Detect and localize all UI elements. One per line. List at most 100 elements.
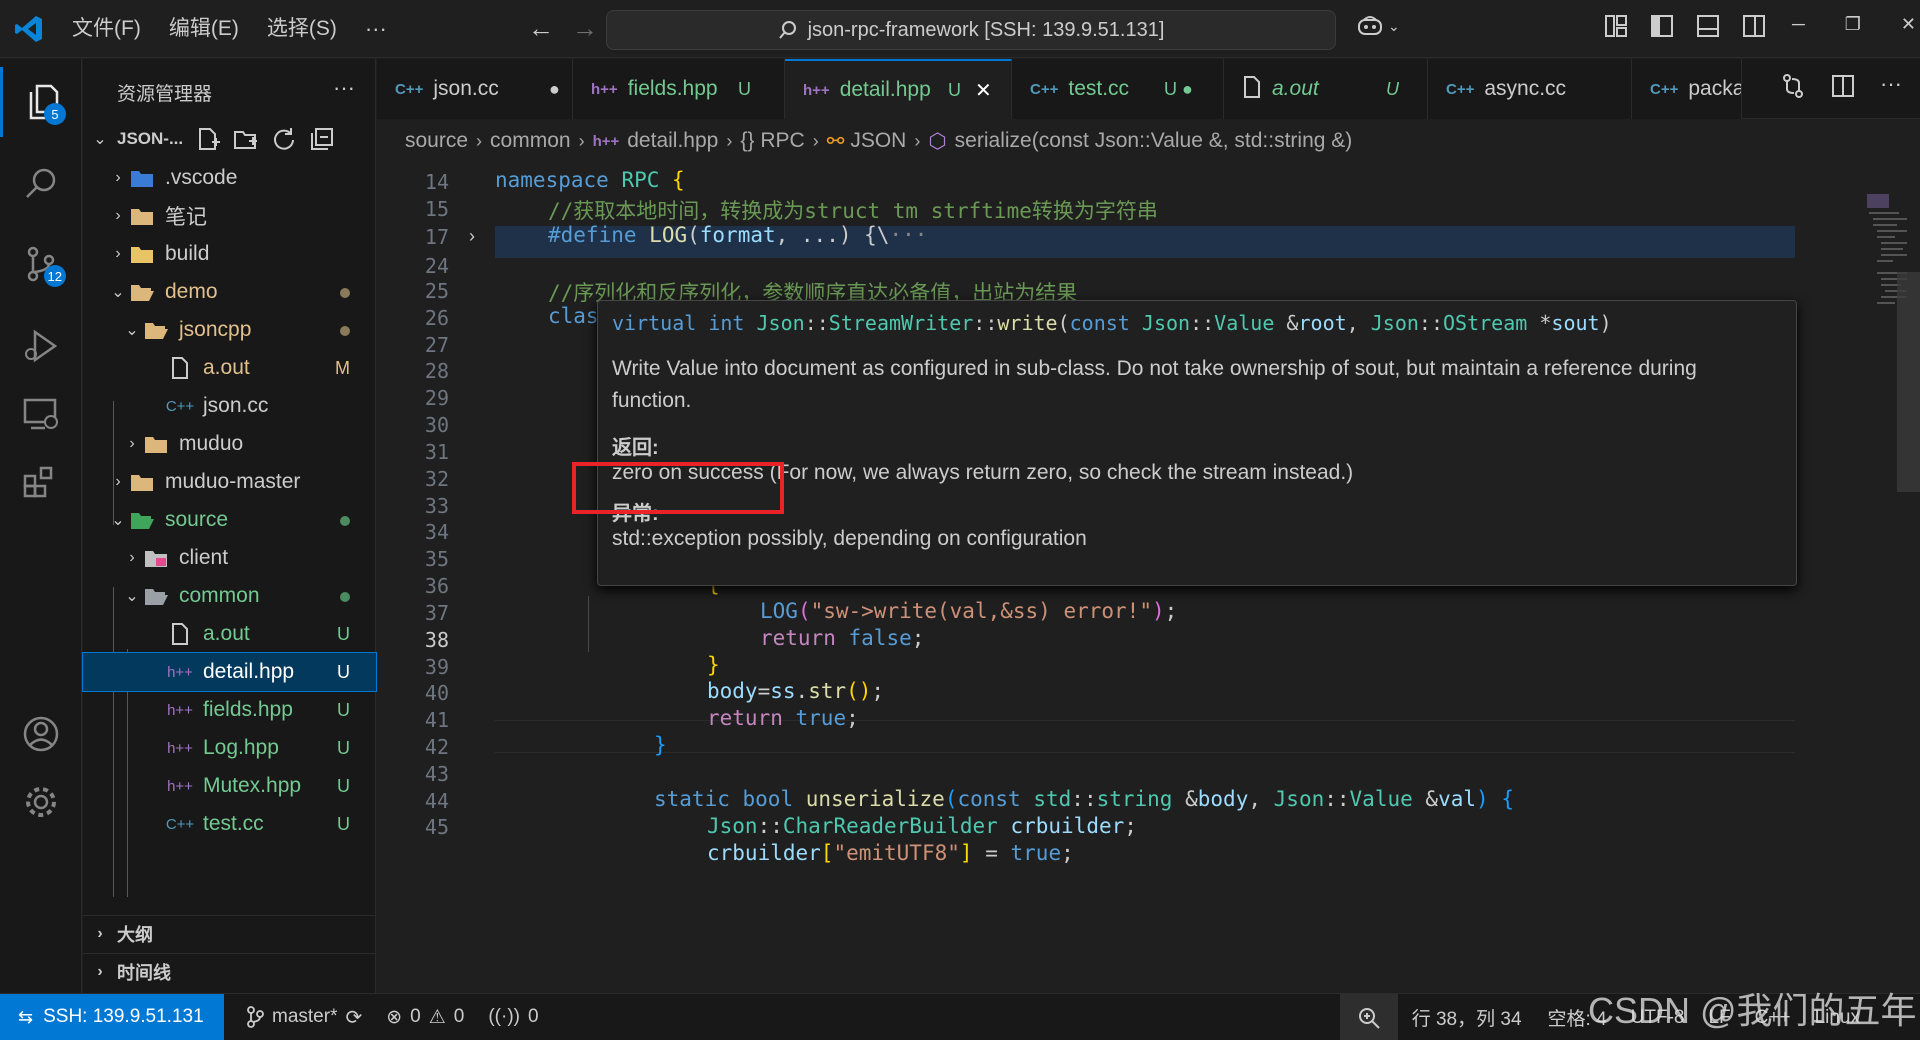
tab-a-out[interactable]: a.out U [1224, 59, 1428, 119]
tree-item-client[interactable]: › client [83, 539, 376, 577]
unsaved-dot: ● [549, 78, 560, 99]
settings-activity[interactable] [0, 767, 82, 837]
menu-more-button[interactable]: ··· [351, 16, 401, 42]
zoom-button[interactable] [1339, 994, 1398, 1040]
file-icon [1242, 76, 1262, 102]
vertical-scrollbar-thumb[interactable] [1897, 272, 1920, 492]
tree-item-label: detail.hpp [203, 660, 295, 683]
cpp-file-icon: C++ [165, 815, 195, 833]
remote-explorer-activity[interactable] [0, 379, 82, 449]
sidebar-more-button[interactable]: ··· [333, 75, 355, 101]
breadcrumb-file[interactable]: detail.hpp [627, 129, 718, 153]
search-activity[interactable] [0, 149, 82, 219]
command-center-search[interactable]: json-rpc-framework [SSH: 139.9.51.131] [606, 10, 1336, 50]
fold-chevron-icon[interactable]: › [469, 226, 475, 247]
chevron-down-icon: ⌄ [93, 131, 107, 148]
extensions-activity[interactable] [0, 447, 82, 517]
tree-item-build[interactable]: › build [83, 235, 376, 273]
folder-open-icon [143, 319, 169, 341]
explorer-activity[interactable]: 5 [0, 67, 82, 137]
remote-icon: ⇆ [18, 1006, 34, 1027]
tree-item-jsoncpp[interactable]: ⌄ jsoncpp [83, 311, 376, 349]
tab-label: detail.hpp [839, 78, 931, 101]
breadcrumb-namespace[interactable]: RPC [760, 129, 804, 153]
tab-fields-hpp[interactable]: h++ fields.hpp U [573, 59, 785, 119]
tree-item-fields-hpp[interactable]: h++ fields.hpp U [83, 691, 376, 729]
accounts-activity[interactable] [0, 699, 82, 769]
chevron-right-icon: › [914, 130, 921, 151]
more-actions-icon[interactable]: ··· [1880, 73, 1906, 99]
new-file-icon[interactable] [195, 126, 221, 152]
tree-item-test-cc[interactable]: C++ test.cc U [83, 805, 376, 843]
problems-indicator[interactable]: ⊗ 0 ⚠ 0 [374, 1006, 476, 1029]
toggle-panel-icon[interactable] [1696, 14, 1720, 38]
tree-item-notes[interactable]: › 笔记 [83, 197, 376, 235]
toggle-primary-sidebar-icon[interactable] [1650, 14, 1674, 38]
code-line: #define LOG(format, ...) {\··· [548, 223, 928, 247]
explorer-sidebar: 资源管理器 ··· ⌄ JSON-... › .vscode › 笔记 › bu… [82, 59, 377, 993]
run-debug-activity[interactable] [0, 311, 82, 381]
tree-item-common-a-out[interactable]: a.out U [83, 615, 376, 653]
breadcrumb-common[interactable]: common [490, 129, 571, 153]
tree-item-label: a.out [203, 356, 250, 379]
remote-indicator[interactable]: ⇆ SSH: 139.9.51.131 [0, 993, 224, 1040]
minimize-icon[interactable]: ─ [1792, 14, 1805, 35]
copilot-button[interactable]: ⌄ [1356, 14, 1400, 38]
tree-item-label: fields.hpp [203, 698, 293, 721]
breadcrumb-class[interactable]: JSON [850, 129, 906, 153]
code-line: namespace RPC { [495, 168, 685, 192]
back-arrow-icon[interactable]: ← [519, 13, 563, 44]
menu-file[interactable]: 文件(F) [58, 0, 155, 58]
tree-item-demo[interactable]: ⌄ demo [83, 273, 376, 311]
tab-async-cc[interactable]: C++ async.cc [1428, 59, 1632, 119]
git-branch[interactable]: master* ⟳ [234, 1005, 374, 1030]
toggle-secondary-sidebar-icon[interactable] [1742, 14, 1766, 38]
outline-section[interactable]: › 大纲 [83, 915, 376, 951]
menu-selection[interactable]: 选择(S) [253, 0, 351, 58]
line-number: 30 [424, 413, 449, 437]
menu-edit[interactable]: 编辑(E) [155, 0, 253, 58]
cpp-file-icon: C++ [165, 397, 195, 415]
sync-icon[interactable]: ⟳ [345, 1005, 362, 1030]
new-folder-icon[interactable] [233, 126, 259, 152]
tree-item-mutex-hpp[interactable]: h++ Mutex.hpp U [83, 767, 376, 805]
breadcrumb-source[interactable]: source [405, 129, 468, 153]
collapse-all-icon[interactable] [309, 126, 335, 152]
tree-item-vscode[interactable]: › .vscode [83, 159, 376, 197]
cursor-position[interactable]: 行 38，列 34 [1398, 1004, 1536, 1031]
tree-item-muduo-master[interactable]: › muduo-master [83, 463, 376, 501]
tab-test-cc[interactable]: C++ test.cc U ● [1012, 59, 1224, 119]
timeline-section[interactable]: › 时间线 [83, 953, 376, 989]
tab-package[interactable]: C++ packa [1632, 59, 1742, 119]
folder-open-icon [129, 281, 155, 303]
ports-indicator[interactable]: ((·)) 0 [476, 1006, 550, 1028]
close-tab-icon[interactable]: ✕ [975, 78, 992, 103]
compare-changes-icon[interactable] [1780, 73, 1806, 99]
forward-arrow-icon[interactable]: → [563, 13, 607, 44]
workspace-folder-header[interactable]: ⌄ JSON-... [83, 121, 376, 157]
split-editor-icon[interactable] [1830, 73, 1856, 99]
tree-item-muduo[interactable]: › muduo [83, 425, 376, 463]
tab-detail-hpp[interactable]: h++ detail.hpp U ✕ [785, 59, 1012, 119]
restore-icon[interactable]: ❐ [1845, 14, 1861, 35]
tree-item-log-hpp[interactable]: h++ Log.hpp U [83, 729, 376, 767]
tree-item-json-cc[interactable]: C++ json.cc [83, 387, 376, 425]
zoom-icon [1358, 1007, 1380, 1029]
refresh-icon[interactable] [271, 126, 297, 152]
source-control-activity[interactable]: 12 [0, 229, 82, 299]
minimap[interactable] [1787, 162, 1913, 462]
line-number: 44 [424, 789, 449, 813]
chevron-right-icon: › [115, 473, 121, 490]
close-window-icon[interactable]: ✕ [1901, 14, 1916, 35]
chevron-down-icon: ⌄ [1388, 17, 1400, 34]
tree-item-source[interactable]: ⌄ source [83, 501, 376, 539]
breadcrumb-method[interactable]: serialize(const Json::Value &, std::stri… [955, 129, 1353, 153]
tree-item-common[interactable]: ⌄ common [83, 577, 376, 615]
line-number: 14 [424, 170, 449, 194]
tree-item-a-out[interactable]: a.out M [83, 349, 376, 387]
tree-item-detail-hpp[interactable]: h++ detail.hpp U [82, 652, 377, 692]
line-number: 32 [424, 467, 449, 491]
tab-json-cc[interactable]: C++ json.cc ● [377, 59, 573, 119]
run-debug-icon [25, 329, 58, 363]
customize-layout-icon[interactable] [1604, 14, 1628, 38]
